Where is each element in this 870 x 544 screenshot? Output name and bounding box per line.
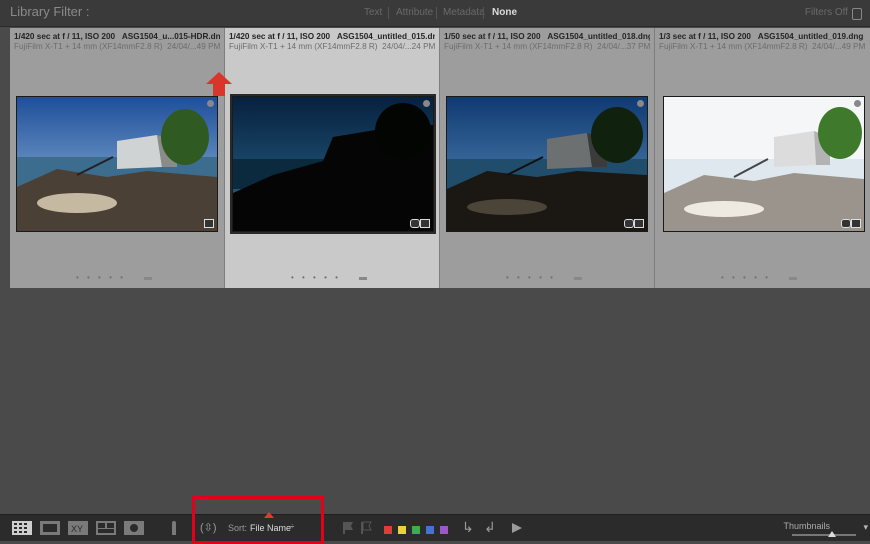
filter-option-text[interactable]: Text (364, 7, 382, 18)
svg-text:XY: XY (71, 524, 83, 534)
circle-icon[interactable] (207, 100, 214, 107)
filter-option-none[interactable]: None (492, 7, 517, 18)
color-label-red[interactable] (384, 526, 392, 534)
library-filter-bar: Library Filter : Text Attribute Metadata… (0, 0, 870, 27)
camera-info: FujiFilm X-T1 + 14 mm (XF14mmF2.8 R) (14, 42, 163, 51)
thumbnail-size-slider[interactable] (792, 534, 856, 536)
flag-icon[interactable] (342, 521, 354, 535)
color-label-green[interactable] (412, 526, 420, 534)
rating-stars[interactable]: • • • • • (76, 273, 126, 282)
cell-metadata: 1/420 sec at f / 11, ISO 200 ASG1504_u..… (14, 32, 220, 52)
label-marker-icon (359, 277, 367, 280)
cell-metadata: 1/3 sec at f / 11, ISO 200 ASG1504_untit… (659, 32, 866, 52)
loupe-view-icon[interactable] (40, 521, 60, 535)
cell-metadata: 1/420 sec at f / 11, ISO 200 ASG1504_unt… (229, 32, 435, 52)
file-name: ASG1504_u...015-HDR.dng (121, 32, 220, 41)
library-toolbar: XY (⇳) Sort: File Name ÷ ↳ ↲ Thumbnails … (0, 512, 870, 541)
filter-separator (483, 7, 484, 19)
edited-badge-icon (851, 219, 861, 228)
annotation-highlight-box (192, 496, 324, 544)
circle-icon[interactable] (423, 100, 430, 107)
circle-icon[interactable] (854, 100, 861, 107)
capture-date: 24/04/...24 PM (382, 42, 435, 51)
thumbnail-image[interactable] (446, 96, 648, 232)
exposure-info: 1/3 sec at f / 11, ISO 200 (659, 32, 751, 41)
edited-badge-icon (634, 219, 644, 228)
compare-view-icon[interactable]: XY (68, 521, 88, 535)
exposure-info: 1/420 sec at f / 11, ISO 200 (14, 32, 116, 41)
photo-hdr (17, 97, 217, 231)
rating-stars[interactable]: • • • • • (506, 273, 556, 282)
camera-info: FujiFilm X-T1 + 14 mm (XF14mmF2.8 R) (229, 42, 378, 51)
camera-info: FujiFilm X-T1 + 14 mm (XF14mmF2.8 R) (659, 42, 808, 51)
circle-icon[interactable] (637, 100, 644, 107)
thumbnail-image[interactable] (230, 94, 436, 234)
crop-badge-icon (841, 219, 851, 228)
photo-dark (233, 97, 433, 231)
annotation-arrow-icon (206, 72, 232, 96)
filters-off-toggle[interactable]: Filters Off (805, 7, 848, 18)
filter-option-attribute[interactable]: Attribute (396, 7, 433, 18)
people-view-icon[interactable] (124, 521, 144, 535)
rotate-left-icon[interactable]: ↳ (462, 519, 474, 536)
photo-bright (664, 97, 864, 231)
slider-knob-icon[interactable] (828, 531, 836, 537)
camera-info: FujiFilm X-T1 + 14 mm (XF14mmF2.8 R) (444, 42, 593, 51)
filter-separator (436, 7, 437, 19)
reject-flag-icon[interactable] (360, 521, 372, 535)
label-marker-icon (789, 277, 797, 280)
grid-cell[interactable]: 1/420 sec at f / 11, ISO 200 ASG1504_u..… (10, 28, 225, 288)
file-name: ASG1504_untitled_015.dng (336, 32, 435, 41)
edited-badge-icon (204, 219, 214, 228)
file-name: ASG1504_untitled_019.dng (757, 32, 864, 41)
color-label-purple[interactable] (440, 526, 448, 534)
toolbar-menu-chevron-icon[interactable]: ▾ (863, 522, 868, 533)
thumbnail-grid: 1/420 sec at f / 11, ISO 200 ASG1504_u..… (10, 28, 870, 288)
filter-option-metadata[interactable]: Metadata (443, 7, 485, 18)
file-name: ASG1504_untitled_018.dng (547, 32, 650, 41)
label-marker-icon (574, 277, 582, 280)
label-marker-icon (144, 277, 152, 280)
grid-cell[interactable]: 1/50 sec at f / 11, ISO 200 ASG1504_unti… (440, 28, 655, 288)
color-label-yellow[interactable] (398, 526, 406, 534)
crop-badge-icon (624, 219, 634, 228)
grid-cell-selected[interactable]: 1/420 sec at f / 11, ISO 200 ASG1504_unt… (225, 28, 440, 288)
rating-stars[interactable]: • • • • • (291, 273, 341, 282)
exposure-info: 1/420 sec at f / 11, ISO 200 (229, 32, 331, 41)
cell-metadata: 1/50 sec at f / 11, ISO 200 ASG1504_unti… (444, 32, 650, 52)
photo-medium (447, 97, 647, 231)
thumbnail-image[interactable] (16, 96, 218, 232)
exposure-info: 1/50 sec at f / 11, ISO 200 (444, 32, 541, 41)
lock-icon[interactable] (852, 8, 862, 20)
thumbnail-image[interactable] (663, 96, 865, 232)
painter-spray-icon[interactable] (166, 521, 182, 535)
survey-view-icon[interactable] (96, 521, 116, 535)
capture-date: 24/04/...37 PM (597, 42, 650, 51)
rating-stars[interactable]: • • • • • (721, 273, 771, 282)
grid-view-icon[interactable] (12, 521, 32, 535)
capture-date: 24/04/...49 PM (812, 42, 866, 51)
grid-cell[interactable]: 1/3 sec at f / 11, ISO 200 ASG1504_untit… (655, 28, 870, 288)
filter-separator (388, 7, 389, 19)
capture-date: 24/04/...49 PM (167, 42, 220, 51)
play-icon[interactable] (512, 523, 522, 533)
rotate-right-icon[interactable]: ↲ (484, 519, 496, 536)
edited-badge-icon (420, 219, 430, 228)
color-label-blue[interactable] (426, 526, 434, 534)
library-filter-title: Library Filter : (10, 4, 90, 19)
crop-badge-icon (410, 219, 420, 228)
thumbnails-label: Thumbnails (783, 521, 830, 531)
